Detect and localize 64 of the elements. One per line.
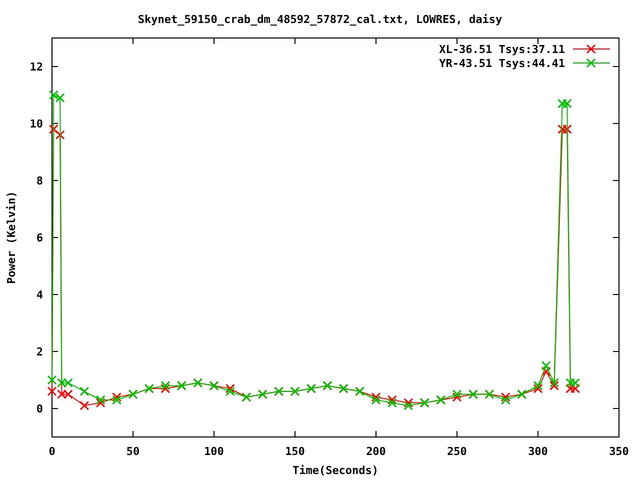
point [160, 384, 170, 394]
point [96, 395, 106, 405]
point [566, 384, 576, 394]
point [562, 124, 572, 134]
point [533, 384, 543, 394]
point [566, 378, 576, 388]
x-tick-label: 200 [366, 445, 386, 458]
point [47, 375, 57, 385]
point [80, 400, 90, 410]
point [371, 395, 381, 405]
point [63, 390, 73, 399]
point [452, 390, 462, 399]
point [225, 386, 235, 396]
point [404, 398, 414, 408]
x-tick-label: 100 [204, 445, 224, 458]
legend-label: XL-36.51 Tsys:37.11 [439, 43, 565, 56]
y-tick-label: 4 [36, 288, 43, 302]
point [225, 384, 235, 394]
point [160, 380, 170, 390]
point [500, 395, 510, 405]
point [549, 380, 559, 390]
y-tick-label: 0 [36, 402, 43, 416]
point [404, 400, 414, 410]
x-axis-label: Time(Seconds) [292, 464, 379, 477]
point [500, 392, 510, 402]
point [48, 90, 58, 100]
x-tick-label: 50 [126, 445, 140, 458]
point [549, 378, 559, 388]
x-tick-label: 300 [528, 445, 548, 458]
legend-label: YR-43.51 Tsys:44.41 [439, 57, 565, 70]
point [387, 395, 397, 405]
point [56, 378, 66, 388]
point [533, 380, 543, 390]
y-tick-label: 12 [30, 60, 43, 74]
point [371, 392, 381, 402]
point [558, 98, 568, 108]
x-tick-label: 0 [48, 445, 56, 458]
x-tick-label: 250 [447, 445, 467, 458]
point [112, 395, 122, 405]
point [452, 392, 462, 402]
chart-title: Skynet_59150_crab_dm_48592_57872_cal.txt, LOWRES, daisy [138, 13, 502, 26]
x-tick-label: 350 [609, 445, 629, 458]
y-tick-label: 8 [36, 174, 43, 188]
point [96, 398, 106, 408]
y-tick-label: 6 [36, 232, 43, 244]
point [541, 366, 551, 376]
point [562, 98, 572, 108]
y-tick-label: 10 [30, 118, 43, 130]
point [55, 130, 65, 140]
point [47, 386, 57, 396]
point [112, 392, 122, 402]
point [63, 378, 73, 388]
point [541, 361, 551, 370]
point [55, 93, 65, 103]
point [558, 124, 568, 134]
point [570, 378, 580, 388]
point [48, 124, 58, 134]
point [570, 384, 580, 394]
point [56, 390, 66, 399]
point [80, 386, 90, 396]
y-tick-label: 2 [36, 346, 43, 358]
y-axis-label: Power (Kelvin) [5, 191, 18, 284]
point [387, 398, 397, 408]
x-tick-label: 150 [285, 445, 305, 458]
